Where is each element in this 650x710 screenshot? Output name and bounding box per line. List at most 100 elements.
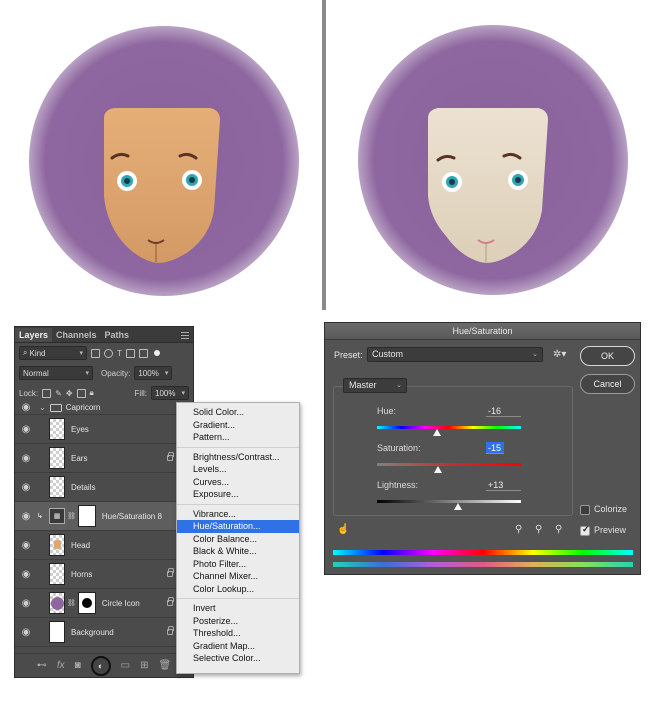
menu-item-selective-color[interactable]: Selective Color... [177,652,299,665]
new-group-icon[interactable]: ▭ [121,660,130,671]
eye-icon[interactable]: ◉ [15,424,37,435]
blend-mode-select[interactable]: Normal ▾ [19,366,93,380]
lock-all-icon[interactable]: 🔒︎ [90,388,94,398]
layer-row[interactable]: ◉ ↳ ▦ ⛓ Hue/Saturation 8 [15,502,193,531]
gear-icon[interactable]: ✲▾ [553,349,566,360]
eye-icon[interactable]: ◉ [15,627,37,638]
menu-item-color-balance[interactable]: Color Balance... [177,533,299,546]
lock-icon [167,597,174,606]
tab-layers[interactable]: Layers [15,328,53,342]
menu-item-brightness-contrast[interactable]: Brightness/Contrast... [177,451,299,464]
menu-item-gradient-map[interactable]: Gradient Map... [177,640,299,653]
lightness-slider-track[interactable] [377,500,521,503]
menu-item-vibrance[interactable]: Vibrance... [177,508,299,521]
tab-channels[interactable]: Channels [52,328,101,342]
fill-field[interactable]: 100% ▾ [151,386,189,400]
new-adjustment-layer-icon[interactable]: ◐ [90,655,111,676]
eye-icon[interactable]: ◉ [15,598,37,609]
hue-slider-track[interactable] [377,426,521,429]
chevron-down-icon: ▾ [85,370,89,377]
menu-item-exposure[interactable]: Exposure... [177,488,299,501]
kind-filter-select[interactable]: ⌕ Kind ▾ [19,346,87,360]
menu-item-black-white[interactable]: Black & White... [177,545,299,558]
lock-paint-icon[interactable]: ✎ [55,389,62,398]
saturation-slider-track[interactable] [377,463,521,466]
layers-panel: Layers Channels Paths ⌕ Kind ▾ T Normal … [14,326,194,678]
eyedropper-plus-icon[interactable]: ⚲ [535,524,542,535]
eye-icon[interactable]: ◉ [15,453,37,464]
menu-item-gradient[interactable]: Gradient... [177,419,299,432]
layer-row[interactable]: ◉ Details [15,473,193,502]
eye-icon[interactable]: ◉ [15,402,37,413]
layer-thumbnail [49,476,65,498]
new-layer-icon[interactable]: ⊞ [140,660,148,671]
targeted-adjustment-hand-icon[interactable]: ☝ [337,524,349,535]
image-divider [322,0,326,310]
menu-item-photo-filter[interactable]: Photo Filter... [177,558,299,571]
lightness-slider-handle[interactable] [454,503,462,510]
ok-button[interactable]: OK [580,346,635,366]
chevron-down-icon: ▾ [164,370,169,377]
menu-item-levels[interactable]: Levels... [177,463,299,476]
pixel-filter-icon[interactable] [91,348,100,358]
fx-icon[interactable]: fx [57,660,65,671]
eyedropper-minus-icon[interactable]: ⚲ [555,524,562,535]
menu-item-channel-mixer[interactable]: Channel Mixer... [177,570,299,583]
menu-item-color-lookup[interactable]: Color Lookup... [177,583,299,596]
filter-toggle-icon[interactable] [153,350,160,356]
trash-icon[interactable]: 🗑︎ [158,660,171,671]
layer-mask-thumbnail[interactable] [77,505,96,527]
menu-item-posterize[interactable]: Posterize... [177,615,299,628]
layer-row[interactable]: ◉ Background [15,618,193,647]
hue-field[interactable]: -16 [486,405,521,417]
menu-item-solid-color[interactable]: Solid Color... [177,406,299,419]
eye-icon[interactable]: ◉ [15,482,37,493]
layer-row[interactable]: ◉ ⛓ Circle Icon [15,589,193,618]
panel-menu-icon[interactable] [181,332,189,339]
eye-icon[interactable]: ◉ [15,569,37,580]
dialog-title: Hue/Saturation [325,323,640,340]
saturation-label: Saturation: [377,443,421,453]
adjustment-filter-icon[interactable] [104,348,113,358]
lightness-field[interactable]: +13 [486,479,521,491]
group-name: Capricorn [65,403,101,412]
link-layers-icon[interactable]: ⊷ [37,660,47,671]
cancel-button[interactable]: Cancel [580,374,635,394]
lock-position-icon[interactable]: ✥ [66,389,73,398]
layer-group-capricorn[interactable]: ◉ ⌄ Capricorn [15,401,193,415]
chevron-down-icon[interactable]: ⌄ [39,403,46,412]
layer-row[interactable]: ◉ Eyes [15,415,193,444]
fill-value: 100% [155,388,176,398]
menu-item-hue-saturation[interactable]: Hue/Saturation... [177,520,299,533]
preset-label: Preset: [334,350,363,360]
hue-slider-handle[interactable] [433,429,441,436]
add-mask-icon[interactable]: ◙ [75,660,81,671]
lock-transparent-icon[interactable] [42,388,52,398]
preview-checkbox[interactable] [580,524,590,536]
layer-name: Head [71,540,91,550]
eye-icon[interactable]: ◉ [15,511,37,522]
lock-icon [167,452,174,461]
vector-mask-thumbnail[interactable] [77,592,96,614]
lock-artboard-icon[interactable] [76,388,86,398]
menu-item-invert[interactable]: Invert [177,602,299,615]
menu-item-curves[interactable]: Curves... [177,476,299,489]
layer-row[interactable]: ◉ Head [15,531,193,560]
menu-item-pattern[interactable]: Pattern... [177,431,299,444]
colorize-checkbox[interactable] [580,505,590,515]
channel-select[interactable]: Master ⌄ [343,378,407,393]
saturation-slider-handle[interactable] [434,466,442,473]
eyedropper-icon[interactable]: ⚲ [515,524,522,535]
opacity-field[interactable]: 100% ▾ [134,366,173,380]
tab-paths[interactable]: Paths [101,328,134,342]
saturation-field[interactable]: -15 [486,442,504,454]
layer-row[interactable]: ◉ Horns [15,560,193,589]
layer-row[interactable]: ◉ Ears [15,444,193,473]
eye-icon[interactable]: ◉ [15,540,37,551]
chevron-down-icon: ▾ [181,390,185,397]
smart-object-filter-icon[interactable] [138,348,148,358]
preset-select[interactable]: Custom ⌄ [367,347,543,362]
menu-item-threshold[interactable]: Threshold... [177,627,299,640]
shape-filter-icon[interactable] [125,348,135,358]
type-filter-icon[interactable]: T [117,349,122,358]
